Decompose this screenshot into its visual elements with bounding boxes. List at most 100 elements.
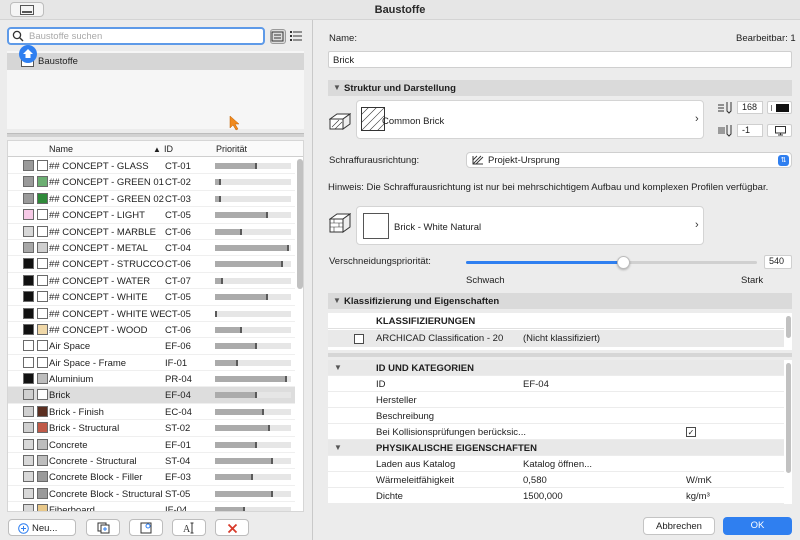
list-item[interactable]: ## CONCEPT - METAL CT-04 xyxy=(8,240,295,257)
name-field[interactable]: Brick xyxy=(328,51,792,68)
property-checkbox[interactable]: ✓ xyxy=(686,427,696,437)
pen-color-swatch[interactable] xyxy=(767,101,792,114)
classification-row[interactable]: ARCHICAD Classification - 20 (Nicht klas… xyxy=(328,330,784,347)
surface-swatch xyxy=(37,176,48,188)
list-item[interactable]: Concrete EF-01 xyxy=(8,437,295,454)
list-item[interactable]: ## CONCEPT - GREEN 02 CT-03 xyxy=(8,191,295,208)
column-name[interactable]: Name xyxy=(49,144,73,154)
priority-bar xyxy=(215,490,291,497)
delete-button[interactable] xyxy=(215,519,249,536)
list-item-name: ## CONCEPT - WATER xyxy=(49,275,151,287)
priority-slider[interactable] xyxy=(466,256,757,269)
duplicate-button[interactable] xyxy=(86,519,120,536)
list-item[interactable]: Fiberboard IF-04 xyxy=(8,502,295,511)
list-item[interactable]: ## CONCEPT - GREEN 01 CT-02 xyxy=(8,174,295,191)
column-priority[interactable]: Priorität xyxy=(216,144,247,154)
import-button[interactable] xyxy=(129,519,163,536)
properties-scrollbar[interactable] xyxy=(786,363,791,473)
list-item[interactable]: ## CONCEPT - WOOD CT-06 xyxy=(8,322,295,339)
hatch-orientation-select[interactable]: Projekt-Ursprung ⇅ xyxy=(466,152,792,168)
priority-bar xyxy=(215,474,291,481)
surface-name: Brick - White Natural xyxy=(394,222,482,233)
list-item-id: CT-02 xyxy=(165,177,191,189)
property-value[interactable]: EF-04 xyxy=(523,379,549,390)
folder-view-button[interactable] xyxy=(270,29,286,44)
property-row[interactable]: Laden aus Katalog Katalog öffnen... xyxy=(328,456,784,472)
list-rows: ## CONCEPT - GLASS CT-01 ## CONCEPT - GREE… xyxy=(8,158,295,511)
list-item[interactable]: Concrete - Structural ST-04 xyxy=(8,453,295,470)
table-splitter[interactable] xyxy=(328,353,792,357)
property-value[interactable]: 1500,000 xyxy=(523,491,563,502)
property-value[interactable]: 0,580 xyxy=(523,475,547,486)
priority-bar xyxy=(215,441,291,448)
pane-divider[interactable] xyxy=(312,20,313,540)
list-item[interactable]: Air Space - Frame IF-01 xyxy=(8,355,295,372)
list-item[interactable]: ## CONCEPT - LIGHT CT-05 xyxy=(8,207,295,224)
tree-root-label: Baustoffe xyxy=(38,56,78,67)
priority-value-field[interactable]: 540 xyxy=(764,255,792,269)
list-item-id: EF-01 xyxy=(165,439,191,451)
cancel-button[interactable]: Abbrechen xyxy=(643,517,715,535)
priority-bar xyxy=(215,195,291,202)
surface-picker[interactable]: Brick - White Natural › xyxy=(356,206,704,245)
list-view-button[interactable] xyxy=(289,29,305,44)
background-index-field[interactable]: -1 xyxy=(737,124,763,137)
property-group-header[interactable]: ▼ ID UND KATEGORIEN xyxy=(328,360,784,376)
search-input[interactable] xyxy=(29,30,257,43)
splitter-handle[interactable] xyxy=(7,133,304,137)
list-scrollbar[interactable] xyxy=(297,159,303,289)
list-item-id: CT-03 xyxy=(165,193,191,205)
background-pen-button[interactable] xyxy=(767,124,792,137)
priority-bar-fill xyxy=(215,277,223,284)
property-row[interactable]: Bei Kollisionsprüfungen berücksic... ✓ xyxy=(328,424,784,440)
list-item[interactable]: Concrete Block - Filler EF-03 xyxy=(8,469,295,486)
list-item[interactable]: Aluminium PR-04 xyxy=(8,371,295,388)
property-row[interactable]: Wärmeleitfähigkeit 0,580 W/mK xyxy=(328,472,784,488)
classification-scrollbar[interactable] xyxy=(786,316,791,338)
list-item[interactable]: Brick - Finish EC-04 xyxy=(8,404,295,421)
property-value[interactable]: Katalog öffnen... xyxy=(523,459,592,470)
window-title: Baustoffe xyxy=(374,4,426,16)
property-row[interactable]: ID EF-04 xyxy=(328,376,784,392)
list-item[interactable]: Concrete Block - Structural ST-05 xyxy=(8,486,295,503)
priority-bar-fill xyxy=(215,408,264,415)
list-item[interactable]: ## CONCEPT - MARBLE CT-06 xyxy=(8,224,295,240)
select-chevron-icon: ⇅ xyxy=(778,155,789,166)
fill-picker[interactable]: Common Brick › xyxy=(356,100,704,139)
classification-checkbox[interactable] xyxy=(354,334,364,344)
priority-bar xyxy=(215,408,291,415)
list-item[interactable]: ## CONCEPT - WATER CT-07 xyxy=(8,273,295,290)
list-item-name: Brick - Finish xyxy=(49,406,104,418)
sort-ascending-icon[interactable]: ▲ xyxy=(153,145,161,154)
tree-root-item[interactable]: Baustoffe xyxy=(7,53,304,70)
ok-button[interactable]: OK xyxy=(723,517,792,535)
property-group-header[interactable]: ▼ PHYSIKALISCHE EIGENSCHAFTEN xyxy=(328,440,784,456)
list-item[interactable]: ## CONCEPT - STRUCCO... CT-06 xyxy=(8,256,295,273)
cut-fill-swatch xyxy=(23,274,34,286)
property-row[interactable]: Beschreibung xyxy=(328,408,784,424)
surface-swatch xyxy=(37,209,48,221)
property-row[interactable]: Hersteller xyxy=(328,392,784,408)
section-structure[interactable]: ▼ Struktur und Darstellung xyxy=(328,80,792,96)
home-icon[interactable] xyxy=(19,45,37,63)
list-item[interactable]: ## CONCEPT - WHITE WE... CT-05 xyxy=(8,306,295,322)
search-icon xyxy=(12,30,24,42)
list-item[interactable]: Brick - Structural ST-02 xyxy=(8,420,295,437)
duplicate-icon xyxy=(97,522,110,534)
search-field[interactable] xyxy=(7,27,265,45)
property-row[interactable]: Dichte 1500,000 kg/m³ xyxy=(328,488,784,504)
list-item[interactable]: Air Space EF-06 xyxy=(8,338,295,355)
new-button[interactable]: Neu... xyxy=(8,519,76,536)
classification-header: KLASSIFIZIERUNGEN xyxy=(376,316,476,327)
list-item[interactable]: Brick EF-04 xyxy=(8,387,295,404)
material-list: Name ▲ ID Priorität ## CONCEPT - GLASS CT… xyxy=(7,140,304,512)
column-id[interactable]: ID xyxy=(164,144,173,154)
section-classification[interactable]: ▼ Klassifizierung und Eigenschaften xyxy=(328,293,792,309)
list-item[interactable]: ## CONCEPT - GLASS CT-01 xyxy=(8,158,295,175)
pen-index-field[interactable]: 168 xyxy=(737,101,763,114)
rename-button[interactable]: A xyxy=(172,519,206,536)
property-name: Beschreibung xyxy=(376,411,435,422)
list-item[interactable]: ## CONCEPT - WHITE CT-05 xyxy=(8,289,295,306)
list-item-name: ## CONCEPT - GREEN 01 xyxy=(49,177,164,189)
priority-slider-knob[interactable] xyxy=(617,256,630,269)
